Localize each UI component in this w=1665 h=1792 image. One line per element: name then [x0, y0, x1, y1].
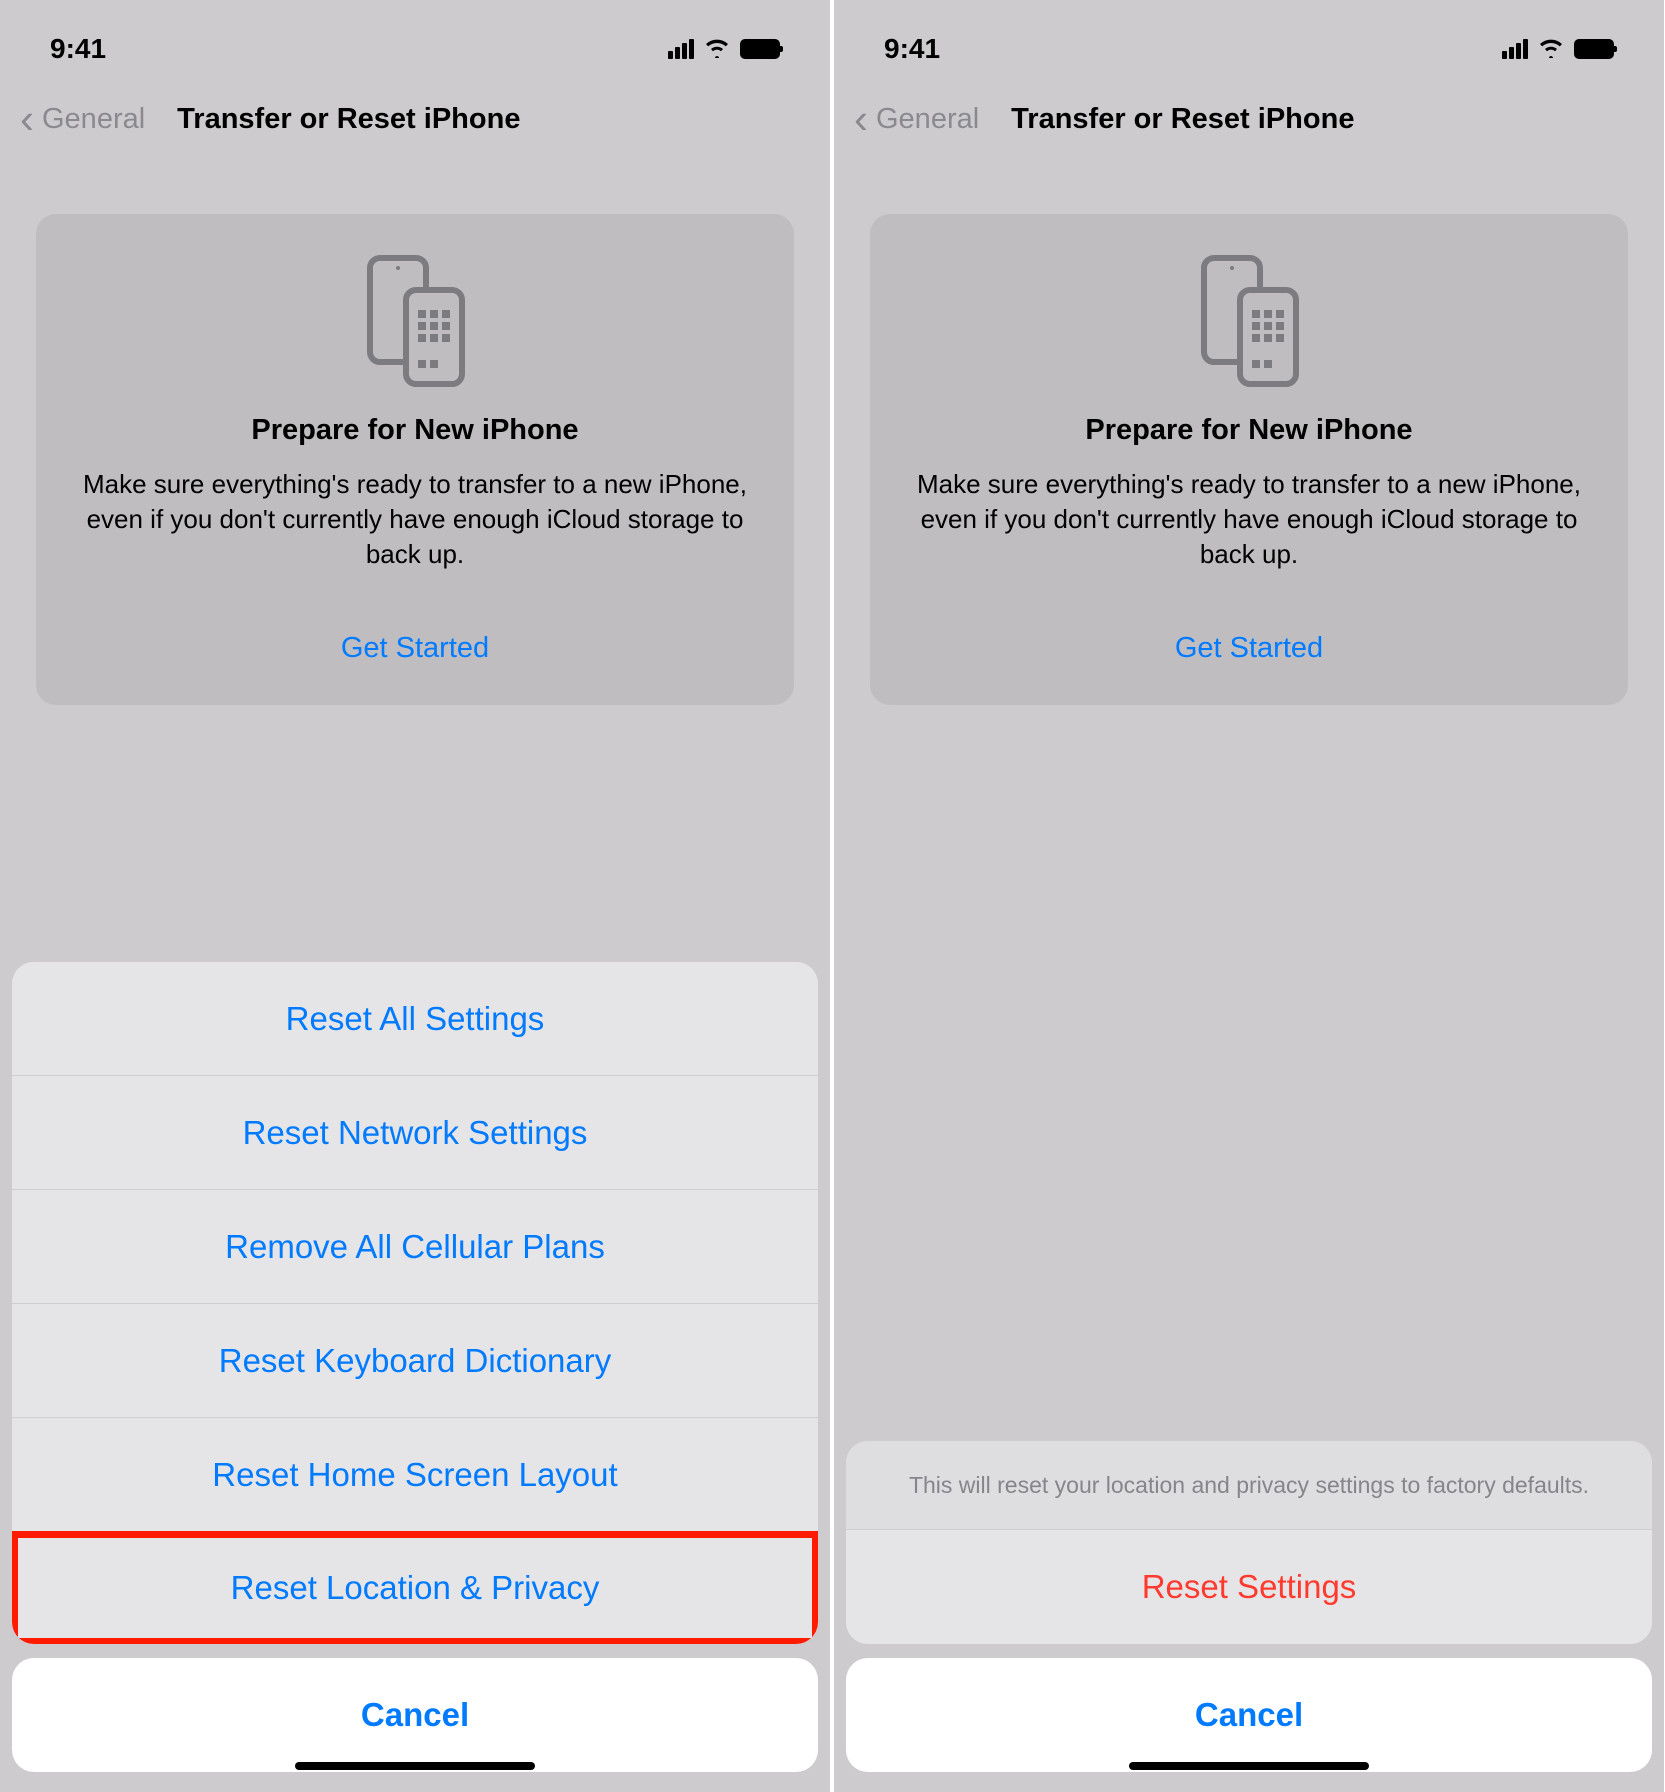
status-time: 9:41	[884, 33, 940, 65]
battery-icon	[1574, 39, 1614, 59]
reset-action-sheet: Reset All Settings Reset Network Setting…	[12, 962, 818, 1772]
nav-bar: ‹ General Transfer or Reset iPhone	[0, 80, 830, 158]
reset-keyboard-dictionary-option[interactable]: Reset Keyboard Dictionary	[12, 1304, 818, 1418]
page-title: Transfer or Reset iPhone	[1011, 103, 1354, 136]
reset-settings-confirm-button[interactable]: Reset Settings	[846, 1530, 1652, 1644]
devices-icon	[906, 250, 1592, 390]
reset-location-privacy-option[interactable]: Reset Location & Privacy	[12, 1531, 818, 1644]
prepare-subtitle: Make sure everything's ready to transfer…	[72, 467, 758, 572]
home-indicator[interactable]	[1129, 1762, 1369, 1770]
reset-all-settings-option[interactable]: Reset All Settings	[12, 962, 818, 1076]
remove-cellular-plans-option[interactable]: Remove All Cellular Plans	[12, 1190, 818, 1304]
status-icons	[1502, 36, 1614, 62]
confirm-action-sheet: This will reset your location and privac…	[846, 1441, 1652, 1772]
prepare-title: Prepare for New iPhone	[906, 414, 1592, 447]
screen-left: 9:41 ‹ General Transfer or Reset iPhone	[0, 0, 830, 1792]
back-chevron-icon[interactable]: ‹	[854, 98, 868, 140]
devices-icon	[72, 250, 758, 390]
status-bar: 9:41	[834, 0, 1664, 80]
get-started-link[interactable]: Get Started	[72, 632, 758, 665]
battery-icon	[740, 39, 780, 59]
home-indicator[interactable]	[295, 1762, 535, 1770]
status-icons	[668, 36, 780, 62]
back-button-label[interactable]: General	[876, 103, 979, 136]
cancel-button[interactable]: Cancel	[846, 1658, 1652, 1772]
nav-bar: ‹ General Transfer or Reset iPhone	[834, 80, 1664, 158]
reset-network-settings-option[interactable]: Reset Network Settings	[12, 1076, 818, 1190]
cellular-signal-icon	[668, 39, 694, 59]
reset-home-screen-layout-option[interactable]: Reset Home Screen Layout	[12, 1418, 818, 1532]
status-bar: 9:41	[0, 0, 830, 80]
back-chevron-icon[interactable]: ‹	[20, 98, 34, 140]
reset-options-group: Reset All Settings Reset Network Setting…	[12, 962, 818, 1644]
prepare-card: Prepare for New iPhone Make sure everyth…	[870, 214, 1628, 705]
wifi-icon	[1537, 36, 1565, 62]
confirm-message: This will reset your location and privac…	[846, 1441, 1652, 1530]
status-time: 9:41	[50, 33, 106, 65]
wifi-icon	[703, 36, 731, 62]
screen-right: 9:41 ‹ General Transfer or Reset iPhone	[834, 0, 1664, 1792]
prepare-subtitle: Make sure everything's ready to transfer…	[906, 467, 1592, 572]
get-started-link[interactable]: Get Started	[906, 632, 1592, 665]
cancel-button[interactable]: Cancel	[12, 1658, 818, 1772]
confirm-group: This will reset your location and privac…	[846, 1441, 1652, 1644]
prepare-title: Prepare for New iPhone	[72, 414, 758, 447]
cellular-signal-icon	[1502, 39, 1528, 59]
page-title: Transfer or Reset iPhone	[177, 103, 520, 136]
prepare-card: Prepare for New iPhone Make sure everyth…	[36, 214, 794, 705]
back-button-label[interactable]: General	[42, 103, 145, 136]
